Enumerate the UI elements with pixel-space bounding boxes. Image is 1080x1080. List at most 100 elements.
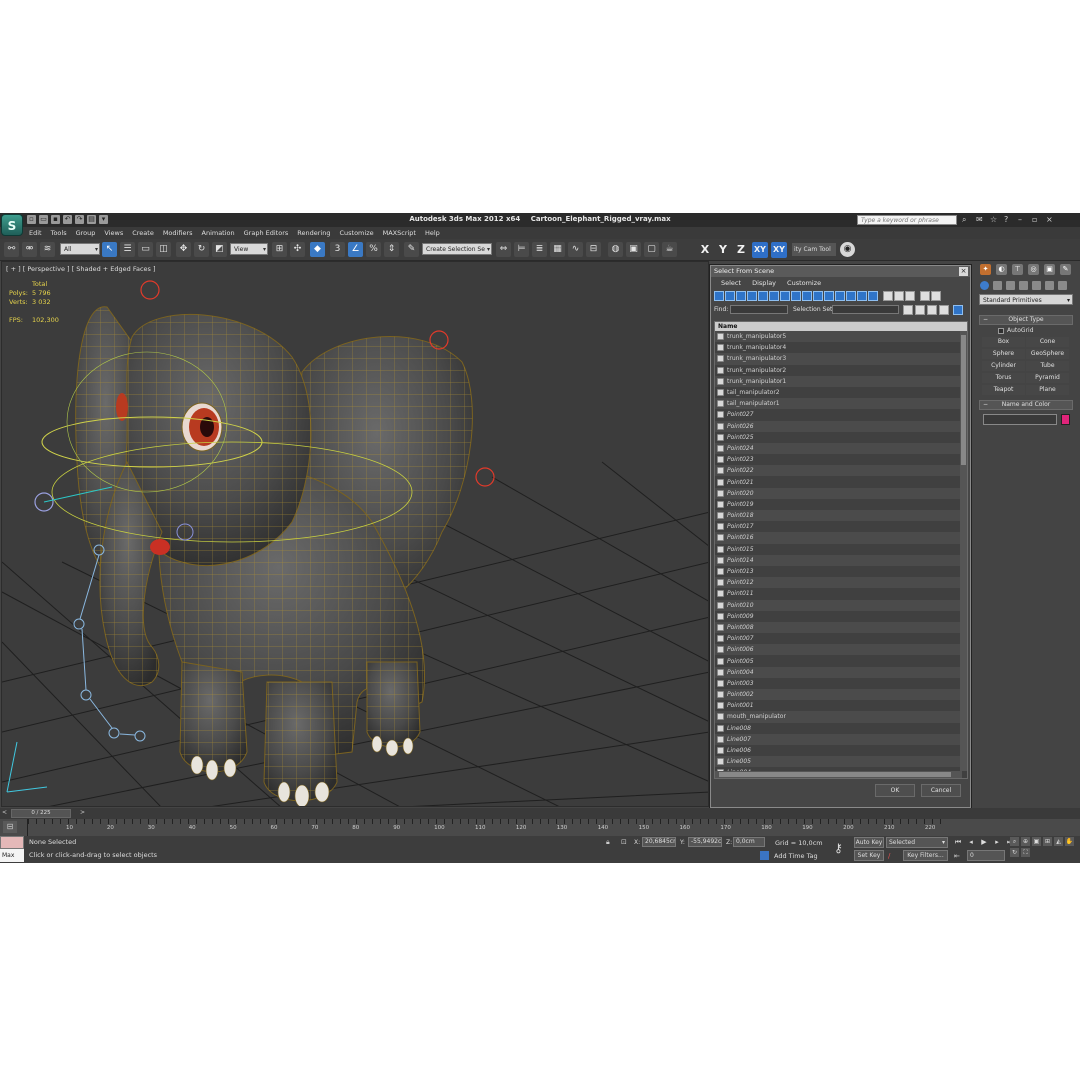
reference-coordinate-select[interactable]: View: [230, 243, 268, 256]
bind-spacewarp-icon[interactable]: ≋: [40, 242, 55, 257]
menu-tools[interactable]: Tools: [51, 229, 67, 237]
list-item[interactable]: Point016: [715, 532, 967, 544]
render-globe-icon[interactable]: ◉: [840, 242, 855, 257]
find-input[interactable]: [730, 305, 788, 314]
filter-shapes-icon[interactable]: [725, 291, 735, 301]
primitive-category-select[interactable]: Standard Primitives: [979, 294, 1073, 306]
plane-button[interactable]: Plane: [1026, 385, 1069, 395]
maximize-viewport-icon[interactable]: ⛶: [1021, 848, 1030, 857]
current-frame-input[interactable]: 0: [967, 850, 1005, 861]
filter-xrefs-icon[interactable]: [791, 291, 801, 301]
list-item[interactable]: tail_manipulator1: [715, 398, 967, 410]
dialog-menu-customize[interactable]: Customize: [787, 277, 821, 289]
absolute-mode-icon[interactable]: ⊡: [621, 838, 630, 847]
go-to-start-icon[interactable]: ⏮: [953, 837, 963, 847]
list-item[interactable]: mouth_manipulator: [715, 711, 967, 723]
keyboard-shortcut-override-icon[interactable]: ◆: [310, 242, 325, 257]
minimize-icon[interactable]: –: [1018, 215, 1026, 224]
list-item[interactable]: Point007: [715, 633, 967, 645]
time-slider[interactable]: < 0 / 225 >: [0, 808, 1080, 819]
maxscript-listener-mini[interactable]: [0, 836, 24, 849]
align-icon[interactable]: ⊨: [514, 242, 529, 257]
cameras-icon[interactable]: [1019, 280, 1028, 290]
select-none-icon[interactable]: [894, 291, 904, 301]
teapot-button[interactable]: Teapot: [982, 385, 1025, 395]
select-all-icon[interactable]: [883, 291, 893, 301]
dialog-close-button[interactable]: ×: [959, 267, 968, 276]
list-item[interactable]: Point027: [715, 409, 967, 421]
communication-center-icon[interactable]: ✉: [976, 215, 984, 224]
list-item[interactable]: Point001: [715, 700, 967, 712]
render-production-icon[interactable]: ☕: [662, 242, 677, 257]
systems-icon[interactable]: [1058, 280, 1067, 290]
percent-snap-icon[interactable]: %: [366, 242, 381, 257]
field-of-view-icon[interactable]: ◭: [1054, 837, 1063, 846]
time-slider-next[interactable]: >: [80, 809, 85, 816]
add-time-tag[interactable]: Add Time Tag: [760, 851, 818, 860]
menu-customize[interactable]: Customize: [339, 229, 373, 237]
cylinder-button[interactable]: Cylinder: [982, 361, 1025, 371]
filter-geometry-icon[interactable]: [714, 291, 724, 301]
select-scale-icon[interactable]: ◩: [212, 242, 227, 257]
hierarchy-tab-icon[interactable]: ⊤: [1012, 263, 1023, 275]
maxscript-label[interactable]: Max: [0, 849, 24, 862]
tube-button[interactable]: Tube: [1026, 361, 1069, 371]
list-item[interactable]: Point023: [715, 454, 967, 466]
scene-object-list[interactable]: Name trunk_manipulator5 trunk_manipulator…: [714, 321, 968, 779]
mini-curve-editor-icon[interactable]: ⊟: [3, 821, 17, 833]
filter-groups-icon[interactable]: [780, 291, 790, 301]
menu-help[interactable]: Help: [425, 229, 440, 237]
curve-editor-icon[interactable]: ∿: [568, 242, 583, 257]
rendered-frame-window-icon[interactable]: ▢: [644, 242, 659, 257]
geometry-icon[interactable]: [980, 280, 989, 290]
pan-icon[interactable]: ✋: [1065, 837, 1074, 846]
list-item[interactable]: Point014: [715, 554, 967, 566]
z-coord-input[interactable]: 0,0cm: [733, 837, 765, 847]
help-icon[interactable]: ?: [1004, 215, 1012, 224]
graphite-modeling-icon[interactable]: ▦: [550, 242, 565, 257]
unlink-icon[interactable]: ⚮: [22, 242, 37, 257]
mirror-icon[interactable]: ⇔: [496, 242, 511, 257]
hierarchy-icon[interactable]: [939, 305, 949, 315]
list-item[interactable]: trunk_manipulator5: [715, 331, 967, 343]
shapes-icon[interactable]: [993, 280, 1002, 290]
list-item[interactable]: Point010: [715, 599, 967, 611]
menu-group[interactable]: Group: [76, 229, 96, 237]
menu-rendering[interactable]: Rendering: [297, 229, 330, 237]
filter-cameras-icon[interactable]: [747, 291, 757, 301]
list-item[interactable]: tail_manipulator2: [715, 386, 967, 399]
selection-set-select[interactable]: [832, 305, 899, 314]
filter-containers-icon[interactable]: [813, 291, 823, 301]
restrict-x-button[interactable]: X: [697, 242, 713, 258]
cancel-button[interactable]: Cancel: [921, 784, 961, 797]
utilities-tab-icon[interactable]: ✎: [1060, 263, 1071, 275]
create-tab-icon[interactable]: ✦: [980, 263, 991, 275]
menu-create[interactable]: Create: [132, 229, 154, 237]
track-bar[interactable]: ⊟ 10 20 30 40 50 60 70 80 90 100 110 120 130 140 150 16…: [0, 819, 1080, 836]
list-item[interactable]: trunk_manipulator2: [715, 364, 967, 376]
list-item[interactable]: Point019: [715, 498, 967, 510]
filter-frozen-icon[interactable]: [824, 291, 834, 301]
list-item[interactable]: Point024: [715, 442, 967, 455]
material-editor-icon[interactable]: ◍: [608, 242, 623, 257]
named-selection-sets-select[interactable]: Create Selection Se: [422, 243, 492, 256]
play-icon[interactable]: ▶: [979, 837, 989, 847]
time-slider-thumb[interactable]: 0 / 225: [11, 809, 71, 818]
x-coord-input[interactable]: 20,6845cr: [642, 837, 676, 847]
time-slider-prev[interactable]: <: [2, 809, 7, 816]
list-item[interactable]: Point021: [715, 476, 967, 488]
modify-tab-icon[interactable]: ◐: [996, 263, 1007, 275]
help-search-input[interactable]: Type a keyword or phrase: [857, 215, 957, 225]
select-object-icon[interactable]: ↖: [102, 242, 117, 257]
display-tab-icon[interactable]: ▣: [1044, 263, 1055, 275]
window-crossing-icon[interactable]: ◫: [156, 242, 171, 257]
dialog-title-bar[interactable]: Select From Scene ×: [711, 266, 970, 277]
schematic-view-icon[interactable]: ⊟: [586, 242, 601, 257]
set-key-button[interactable]: Set Key: [854, 850, 884, 861]
name-and-color-rollout[interactable]: Name and Color: [979, 400, 1073, 410]
filter-none-icon[interactable]: [857, 291, 867, 301]
list-item[interactable]: Point003: [715, 677, 967, 689]
list-item[interactable]: Line006: [715, 744, 967, 757]
zoom-icon[interactable]: ⌕: [1010, 837, 1019, 846]
find-case-icon[interactable]: [903, 305, 913, 315]
